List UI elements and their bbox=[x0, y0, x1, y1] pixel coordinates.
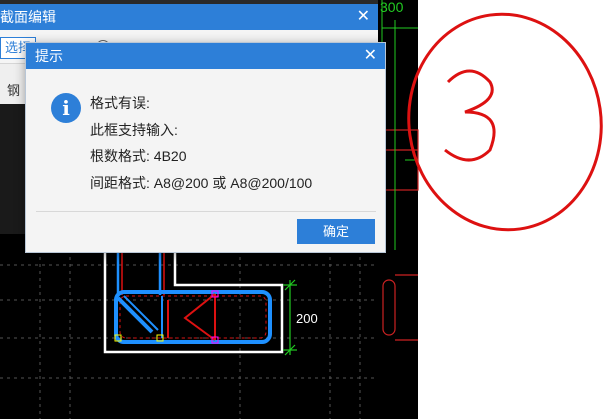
dialog-close-icon[interactable]: ✕ bbox=[364, 43, 377, 69]
dialog-title: 提示 bbox=[35, 48, 63, 64]
tab-steel[interactable]: 钢 bbox=[7, 80, 20, 99]
cad-top-right-text: 300 bbox=[380, 0, 404, 15]
dialog-titlebar: 提示 ✕ bbox=[26, 43, 385, 69]
section-edit-title: 截面编辑 bbox=[0, 9, 56, 25]
dialog-divider bbox=[36, 211, 376, 212]
hint-dialog: 提示 ✕ i 格式有误: 此框支持输入: 根数格式: 4B20 间距格式: A8… bbox=[25, 42, 386, 253]
section-edit-titlebar: 截面编辑 ✕ bbox=[0, 4, 378, 30]
whiteboard-area bbox=[418, 0, 610, 419]
info-icon: i bbox=[51, 93, 81, 123]
ok-button[interactable]: 确定 bbox=[297, 219, 375, 244]
close-icon[interactable]: ✕ bbox=[357, 4, 370, 30]
dialog-message-line-4: 间距格式: A8@200 或 A8@200/100 bbox=[90, 175, 313, 191]
dialog-message-line-1: 格式有误: bbox=[90, 95, 150, 111]
dialog-message-line-3: 根数格式: 4B20 bbox=[90, 148, 187, 164]
dialog-message-line-2: 此框支持输入: bbox=[90, 122, 178, 138]
